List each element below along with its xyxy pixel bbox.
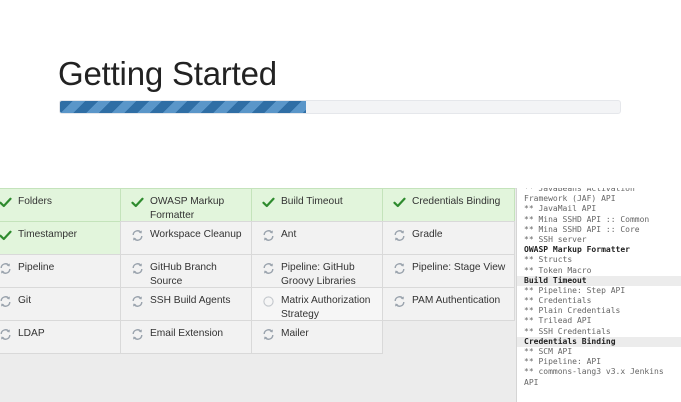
plugin-item: Build Timeout [251,188,383,222]
log-dependency-line: API [524,377,539,387]
refresh-icon [262,262,275,275]
refresh-icon [393,262,406,275]
plugin-item: OWASP Markup Formatter [120,188,252,222]
plugin-label: Workspace Cleanup [150,229,242,240]
plugin-item: Workspace Cleanup [120,221,252,255]
log-dependency-line: ** SCM API [524,347,573,356]
check-icon [0,229,12,242]
plugin-item: Pipeline [0,254,121,288]
refresh-icon [393,295,406,308]
log-dependency-line: ** Trilead API [524,316,592,326]
plugin-grid: Folders OWASP Markup Formatter Build Timeo… [0,188,515,354]
refresh-icon [131,229,144,242]
plugin-item: Matrix Authorization Strategy [251,287,383,321]
install-progress-bar [59,100,621,114]
plugin-label: Pipeline [18,262,55,273]
log-dependency-line: ** Mina SSHD API :: Core [524,224,640,234]
check-icon [131,196,144,209]
plugin-item: LDAP [0,320,121,354]
log-dependency-line: ** Pipeline: Step API [524,285,626,295]
plugin-label: Timestamper [18,229,78,240]
log-dependency-line: ** SSH Credentials [524,326,611,336]
plugin-label: PAM Authentication [412,295,501,306]
plugin-item: Email Extension [120,320,252,354]
plugin-item: Folders [0,188,121,222]
install-progress-fill [60,101,307,113]
plugin-item: Git [0,287,121,321]
circle-icon [262,295,275,308]
plugin-label: Pipeline: Stage View [412,262,506,273]
log-dependency-line: Framework (JAF) API [524,194,616,204]
plugin-item: Ant [251,221,383,255]
plugin-label: Build Timeout [281,196,343,207]
refresh-icon [0,328,12,341]
plugin-item: Pipeline: GitHub Groovy Libraries [251,254,383,288]
plugin-label: Gradle [412,229,443,240]
plugin-label: Ant [281,229,297,240]
plugin-item: Mailer [251,320,383,354]
plugin-label: Folders [18,196,52,207]
refresh-icon [393,229,406,242]
plugin-label: Git [18,295,32,306]
plugin-label: LDAP [18,328,45,339]
plugin-item: SSH Build Agents [120,287,252,321]
plugin-item: PAM Authentication [382,287,515,321]
log-dependency-line: ** Pipeline: API [524,357,602,367]
log-dependency-line: ** SSH server [524,234,587,244]
plugin-item: Timestamper [0,221,121,255]
log-dependency-line: ** Token Macro [524,265,592,275]
refresh-icon [262,229,275,242]
log-dependency-line: ** Credentials [524,296,592,306]
log-plugin-heading: Credentials Binding [517,336,681,347]
install-log[interactable]: ** JavaBeans Activation Framework (JAF) A… [516,188,681,402]
plugin-label: Email Extension [150,328,224,339]
check-icon [262,196,275,209]
plugin-label: Mailer [281,328,309,339]
plugin-label: GitHub Branch Source [150,262,217,287]
log-plugin-heading: OWASP Markup Formatter [524,245,630,255]
refresh-icon [0,295,12,308]
plugin-label: Pipeline: GitHub Groovy Libraries [281,262,356,287]
check-icon [393,196,406,209]
refresh-icon [0,262,12,275]
refresh-icon [131,295,144,308]
plugin-item: GitHub Branch Source [120,254,252,288]
plugin-label: SSH Build Agents [150,295,231,306]
log-dependency-line: ** Mina SSHD API :: Common [524,214,650,224]
page-title: Getting Started [58,55,277,92]
plugin-item: Gradle [382,221,515,255]
log-dependency-line: ** Plain Credentials [524,306,621,316]
plugin-item: Pipeline: Stage View [382,254,515,288]
check-icon [0,196,12,209]
refresh-icon [262,328,275,341]
plugin-label: OWASP Markup Formatter [150,196,225,221]
plugin-item: Credentials Binding [382,188,515,222]
plugin-label: Credentials Binding [412,196,501,207]
refresh-icon [131,262,144,275]
log-dependency-line: ** JavaMail API [524,204,597,214]
log-dependency-line: ** Structs [524,255,573,265]
log-dependency-line: ** commons-lang3 v3.x Jenkins [524,367,664,377]
plugin-label: Matrix Authorization Strategy [281,295,371,320]
refresh-icon [131,328,144,341]
log-plugin-heading: Build Timeout [517,275,681,286]
